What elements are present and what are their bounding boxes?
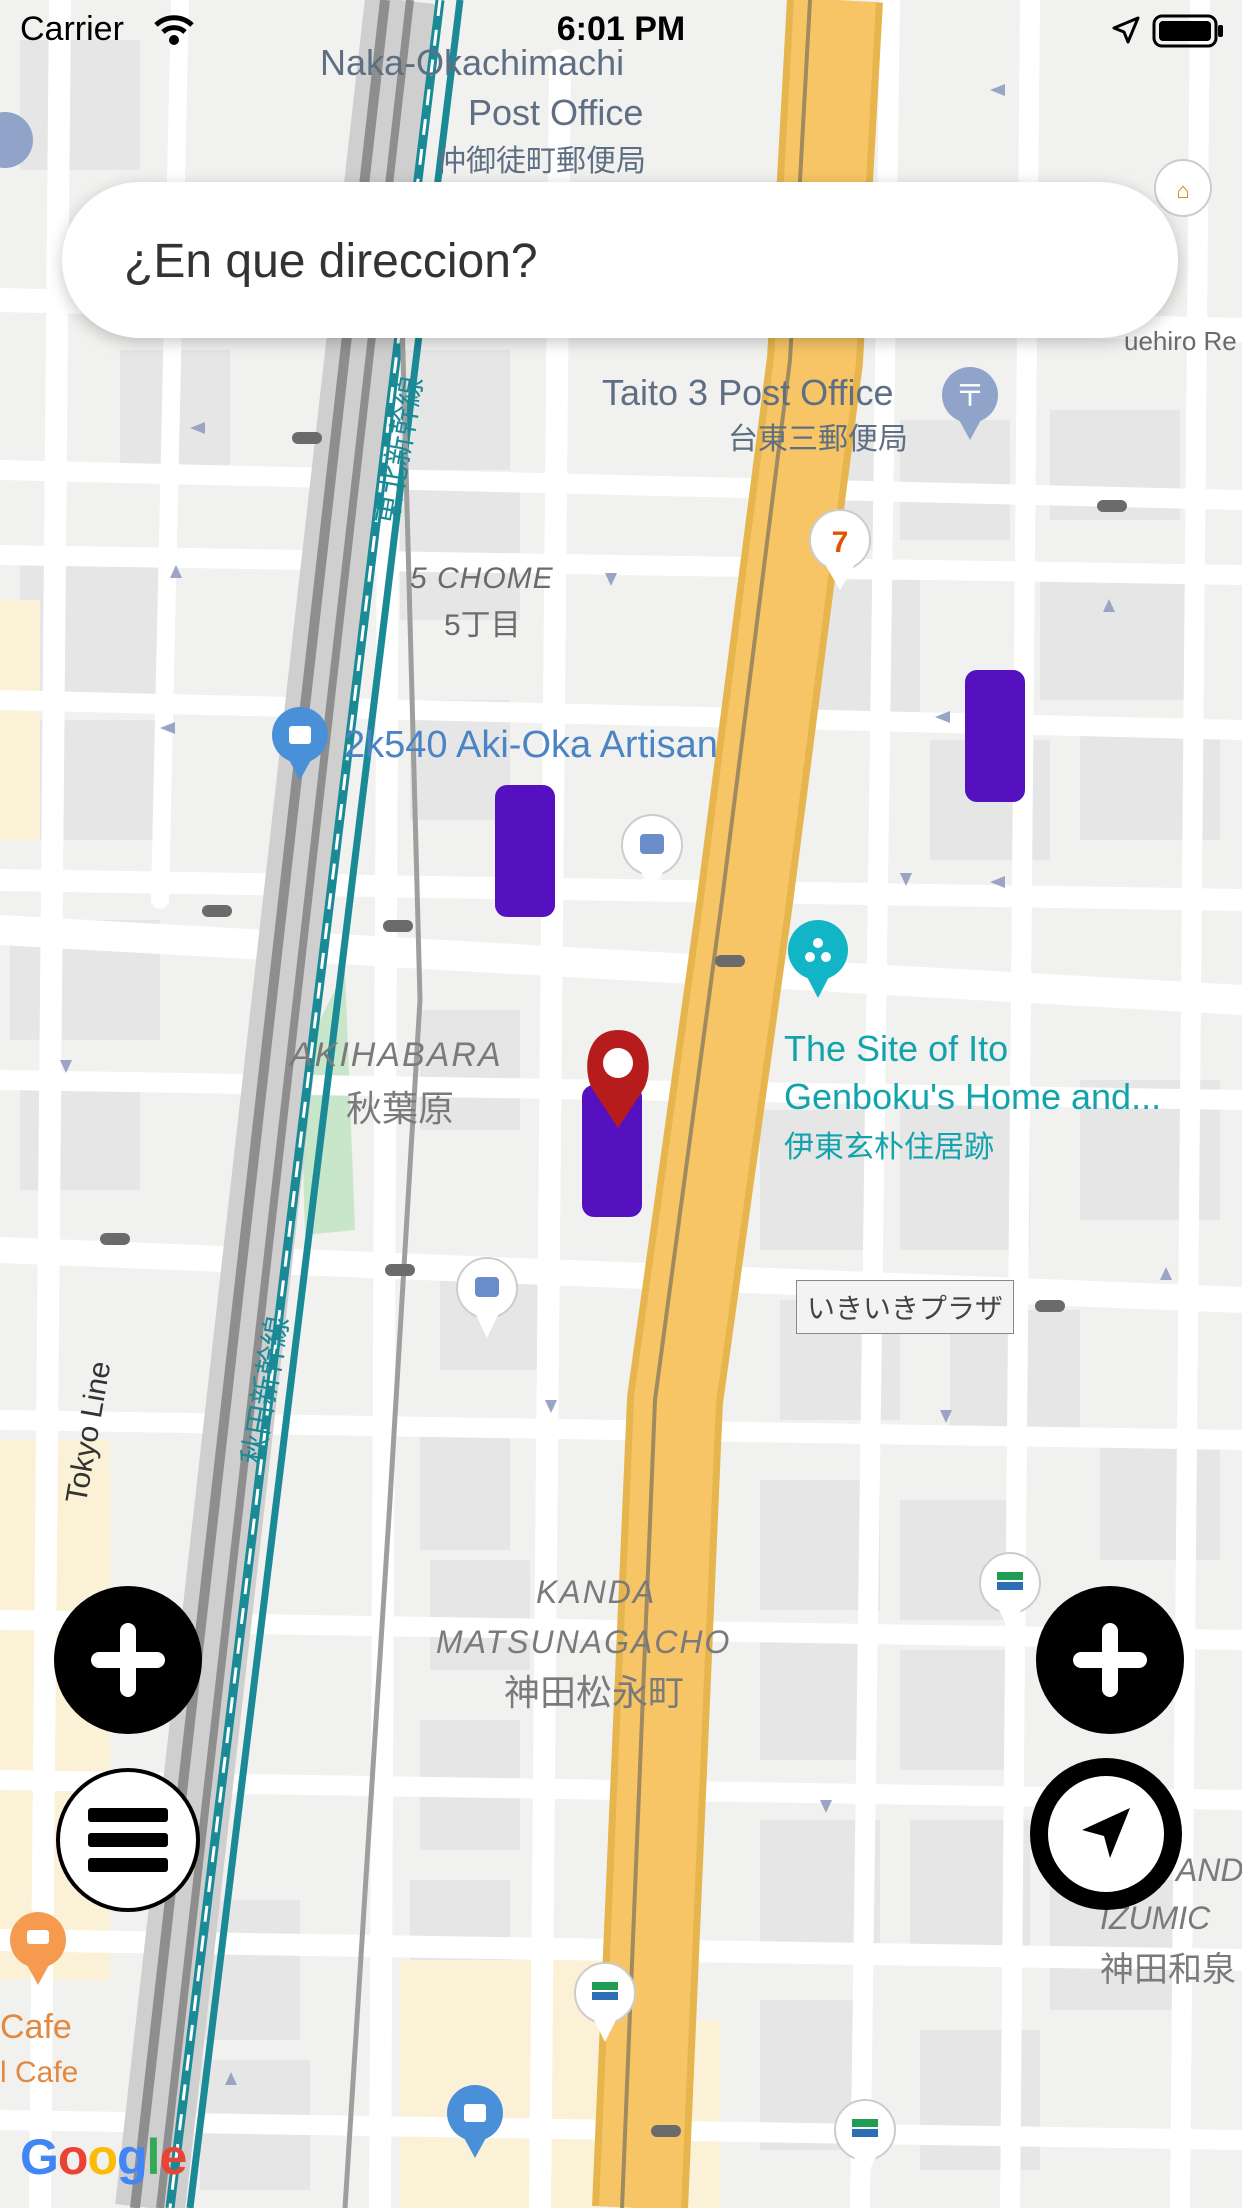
- status-bar: Carrier 6:01 PM: [0, 0, 1242, 62]
- hotel-icon[interactable]: ⌂: [1154, 159, 1212, 217]
- menu-button[interactable]: [56, 1768, 200, 1912]
- plus-icon: [1073, 1623, 1147, 1697]
- map-label-cafe: Cafe: [0, 2008, 72, 2046]
- map-label-kanda: KANDA: [536, 1574, 657, 1610]
- map-label-uehiro: uehiro Re: [1124, 326, 1237, 356]
- svg-text:〒: 〒: [955, 380, 985, 413]
- map-label-naka-post-2: Post Office: [468, 92, 644, 133]
- map-label-akihabara: AKIHABARA: [290, 1036, 503, 1074]
- map-label-ito-2: Genboku's Home and...: [784, 1076, 1162, 1117]
- vehicle-marker[interactable]: [965, 670, 1025, 802]
- hamburger-menu-icon: [88, 1808, 168, 1872]
- map-label-cafe-2: l Cafe: [0, 2056, 79, 2089]
- status-time: 6:01 PM: [556, 10, 686, 48]
- map-label-naka-post-jp: 仲御徒町郵便局: [436, 145, 646, 178]
- map-label-taito-post: Taito 3 Post Office: [602, 372, 894, 413]
- battery-icon: [1152, 14, 1223, 48]
- locate-me-button[interactable]: [1030, 1758, 1182, 1910]
- plus-icon: [91, 1623, 165, 1697]
- map-label-chome: 5 CHOME: [410, 562, 554, 595]
- map-label-chome-jp: 5丁目: [444, 609, 521, 642]
- map-label-ito: The Site of Ito: [784, 1028, 1009, 1069]
- svg-text:⌂: ⌂: [1176, 178, 1189, 203]
- add-button-right[interactable]: [1036, 1586, 1184, 1734]
- map-label-izumi: AND: [1176, 1852, 1242, 1888]
- add-button-left[interactable]: [54, 1586, 202, 1734]
- map-label-kanda-jp: 神田松永町: [504, 1672, 685, 1713]
- navigation-arrow-icon: [1048, 1776, 1164, 1892]
- vehicle-marker[interactable]: [495, 785, 555, 917]
- address-search-input[interactable]: [122, 218, 1106, 304]
- location-services-icon: [1112, 16, 1140, 44]
- map-label-ito-jp: 伊東玄朴住居跡: [784, 1131, 994, 1164]
- address-search-bar[interactable]: [62, 182, 1178, 338]
- map-label-taito-post-jp: 台東三郵便局: [728, 423, 908, 456]
- map-label-aki-oka: 2k540 Aki-Oka Artisan: [344, 724, 718, 766]
- map-label-kanda-2: MATSUNAGACHO: [436, 1624, 732, 1660]
- map-label-plaza[interactable]: いきいきプラザ: [796, 1280, 1015, 1334]
- svg-text:7: 7: [832, 526, 849, 559]
- map-label-izumi-jp: 神田和泉: [1100, 1951, 1236, 1989]
- google-logo: Google: [20, 2129, 187, 2185]
- map-label-akihabara-jp: 秋葉原: [346, 1088, 455, 1129]
